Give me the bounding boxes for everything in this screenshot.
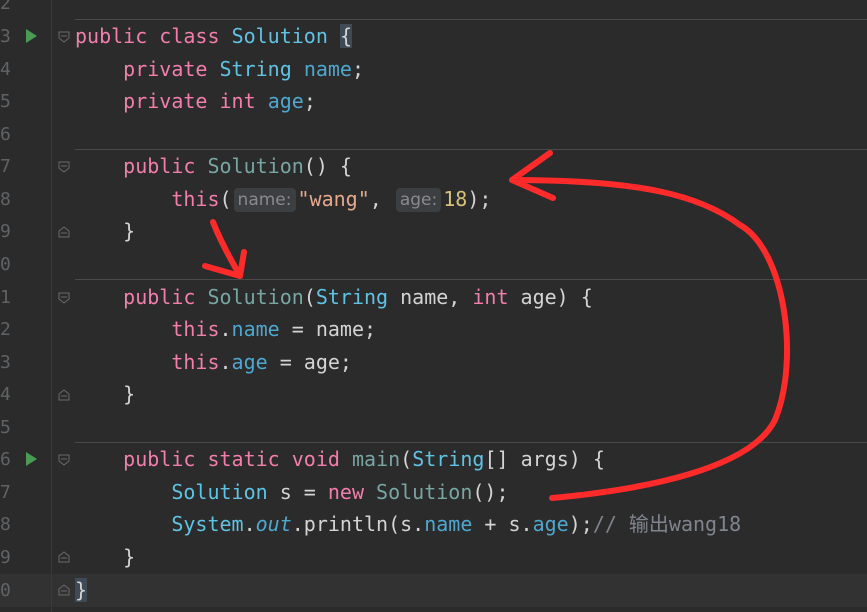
code-editor[interactable]: 2 3 4 5 6 7 8 9 0 1 2 3 4 5 6 7 8 9 0 pu… xyxy=(0,0,867,612)
annotation-overlay xyxy=(202,150,791,501)
annotation-curve-arrow xyxy=(509,177,791,501)
annotation-arrowhead-top xyxy=(509,150,556,201)
annotation-arrowhead-down xyxy=(202,249,247,279)
